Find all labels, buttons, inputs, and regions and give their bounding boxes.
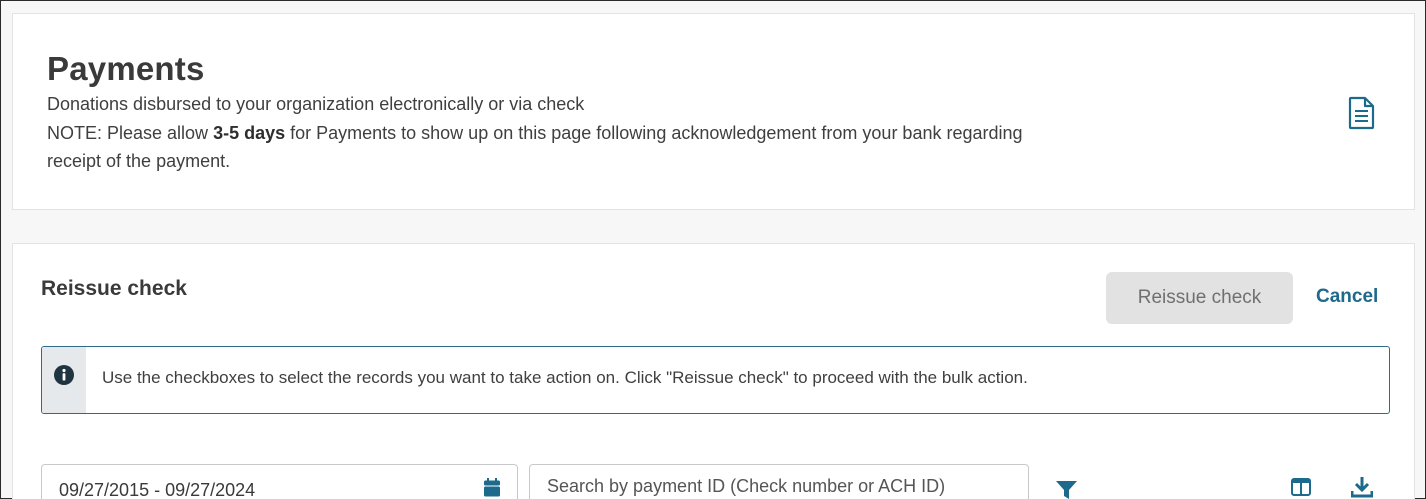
cancel-button[interactable]: Cancel (1316, 286, 1378, 308)
payment-search-input[interactable] (529, 464, 1029, 499)
page-subtitle: Donations disbursed to your organization… (47, 94, 585, 114)
note-bold: 3-5 days (213, 123, 286, 143)
page-header: Payments Donations disbursed to your org… (12, 13, 1415, 210)
info-icon (54, 365, 74, 385)
info-message: Use the checkboxes to select the records… (102, 368, 1028, 387)
columns-icon[interactable] (1291, 478, 1311, 496)
page-title: Payments (47, 50, 205, 87)
section-title: Reissue check (41, 277, 187, 300)
calendar-icon[interactable] (483, 478, 501, 497)
download-icon[interactable] (1351, 476, 1373, 498)
note-prefix: NOTE: Please allow (47, 123, 214, 143)
date-range-value: 09/27/2015 - 09/27/2024 (59, 480, 256, 499)
page-note: NOTE: Please allow 3-5 days for Payments… (47, 119, 1067, 175)
filter-icon[interactable] (1056, 481, 1077, 499)
info-banner: Use the checkboxes to select the records… (41, 346, 1390, 414)
reissue-panel: Reissue check Reissue check Cancel Use t… (12, 243, 1415, 499)
date-range-picker[interactable]: 09/27/2015 - 09/27/2024 (41, 464, 518, 499)
document-icon[interactable] (1346, 96, 1376, 130)
reissue-check-button[interactable]: Reissue check (1106, 272, 1293, 324)
